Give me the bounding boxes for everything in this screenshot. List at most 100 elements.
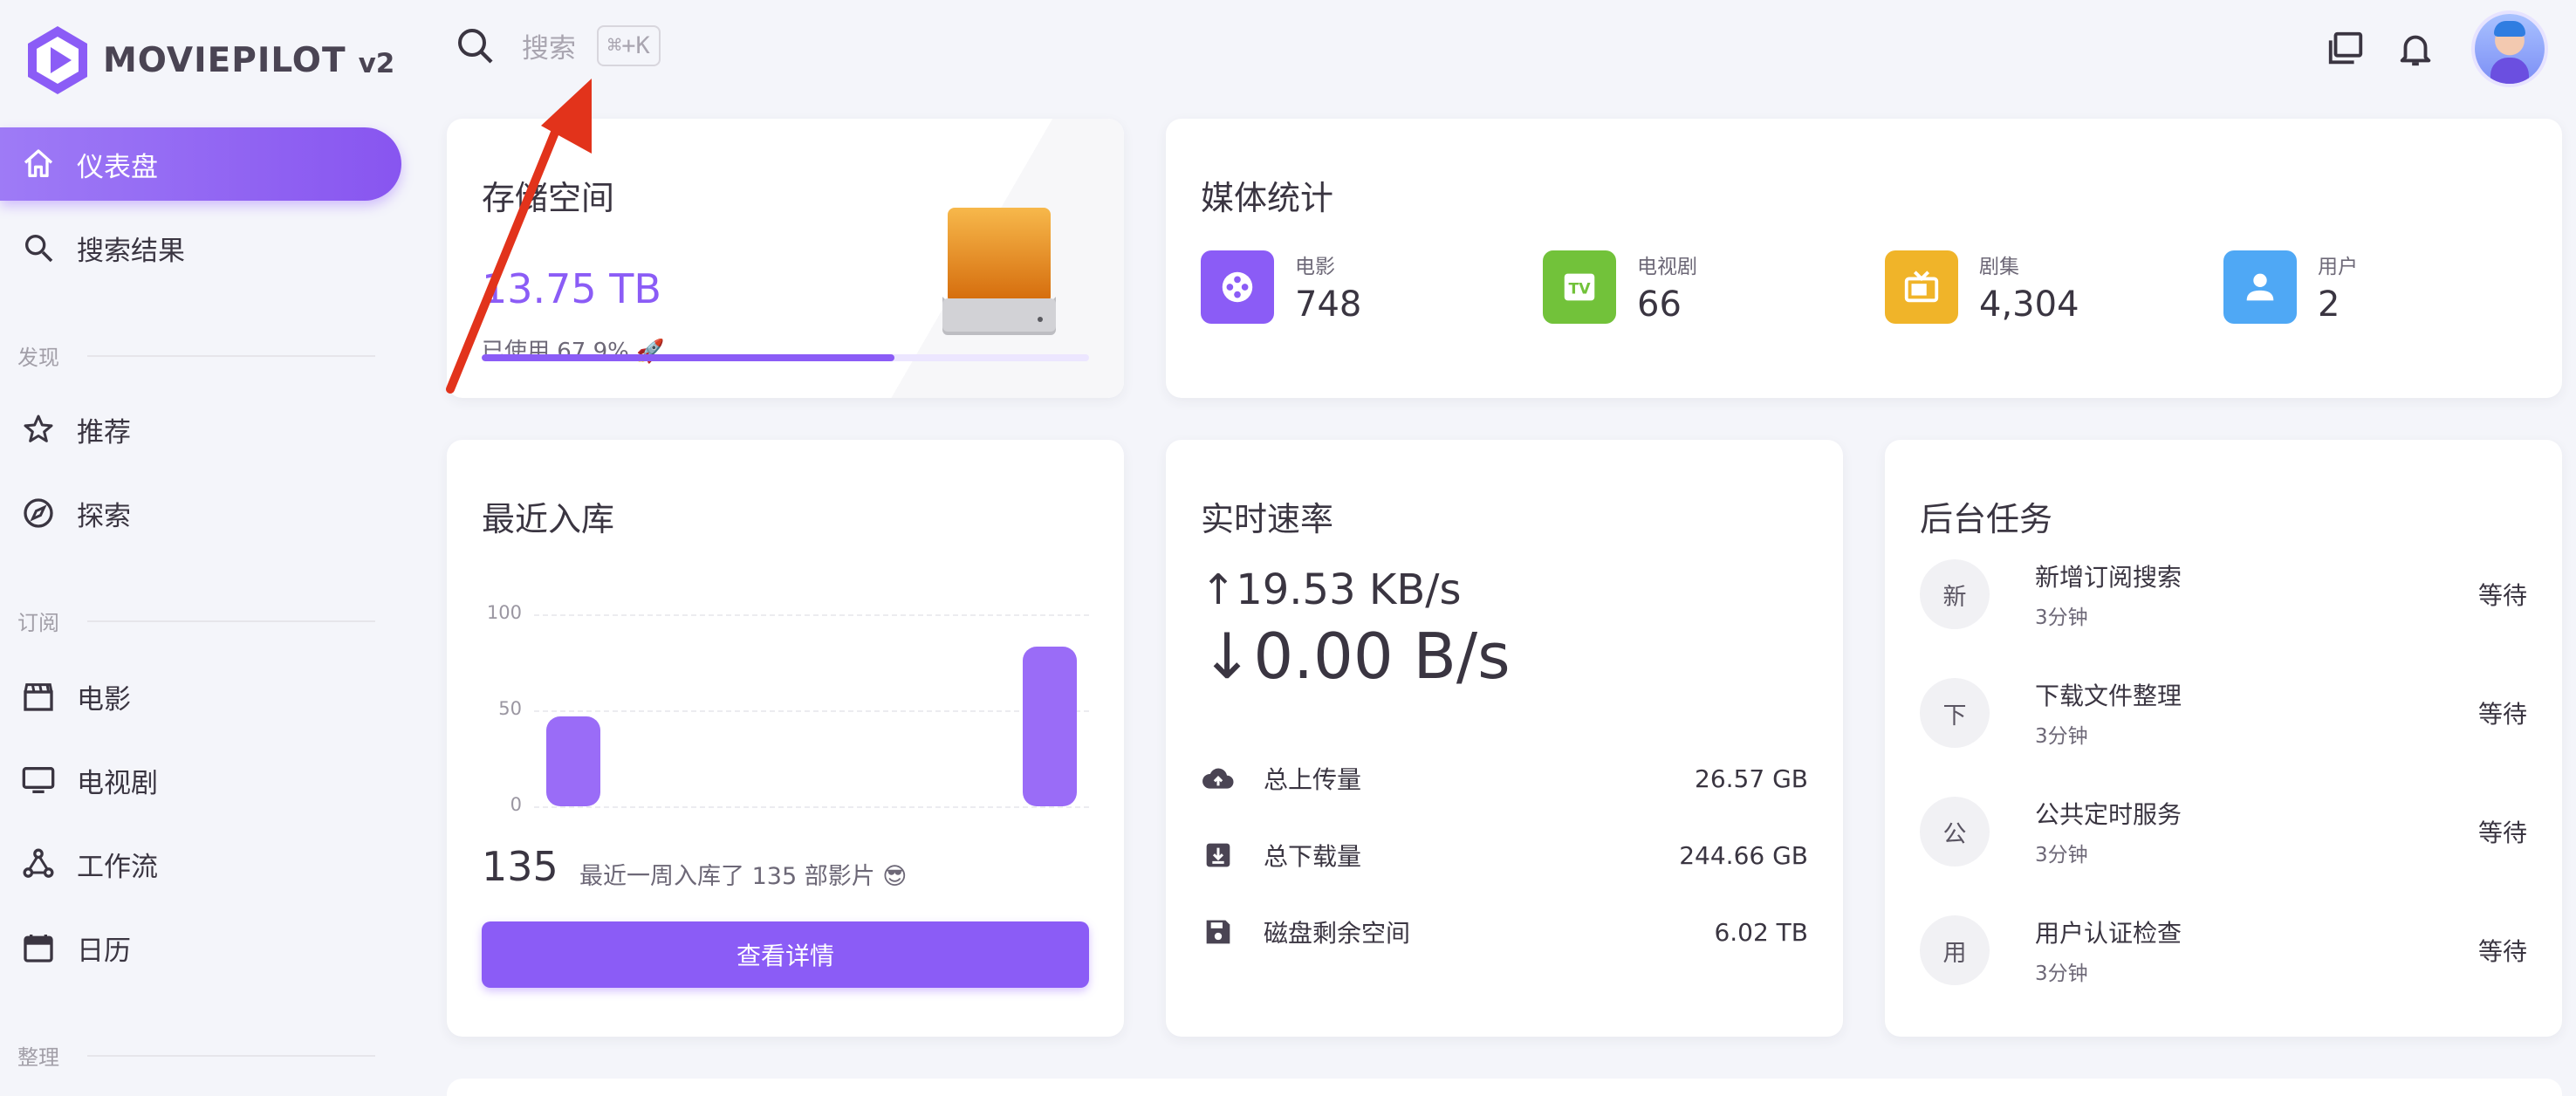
sidebar-item-label: 日历 [77,935,131,967]
moviepilot-logo-icon [28,26,87,94]
sidebar-item-label: 搜索结果 [77,235,185,267]
calendar-icon [21,930,56,965]
workflow-icon [21,846,56,881]
app-version: v2 [358,48,395,79]
stat-label: 电视剧 [1637,256,1697,278]
floppy-disk-icon [1206,920,1230,944]
chart-bar [1022,647,1077,806]
task-name: 公共定时服务 [2035,800,2182,829]
stat-label: 剧集 [1979,256,2019,278]
grid-line [534,806,1089,808]
task-time: 3分钟 [2035,606,2088,629]
stat-users: 用户 2 [2223,250,2358,325]
row-value: 6.02 TB [1714,917,1808,947]
card-title: 最近入库 [482,500,615,538]
task-avatar: 用 [1920,915,1990,985]
task-item[interactable]: 新 新增订阅搜索 3分钟 等待 [1920,558,2527,630]
search-icon [21,230,56,265]
stat-value: 748 [1295,284,1362,325]
tv-logo-icon: TV [1543,250,1616,324]
y-tick-label: 50 [498,698,522,719]
background-tasks-card: 后台任务 新 新增订阅搜索 3分钟 等待 下 下载文件整理 3分钟 等待 公 公共定… [1885,440,2562,1037]
storage-card: 存储空间 13.75 TB 已使用 67.9% 🚀 [447,119,1124,398]
top-actions [2300,14,2545,84]
stat-episodes: 剧集 4,304 [1885,250,2079,325]
search-placeholder[interactable]: 搜索 [522,26,576,65]
row-label: 总上传量 [1264,765,1362,794]
upload-speed: ↑19.53 KB/s [1201,565,1462,614]
stat-tv-series: TV 电视剧 66 [1543,250,1697,325]
nav-section-subscribe: 订阅 [17,606,375,636]
sidebar-item-label: 电视剧 [77,767,158,799]
nav-section-organize: 整理 [17,1040,375,1071]
task-avatar: 公 [1920,797,1990,867]
sidebar: MOVIEPILOT v2 仪表盘 搜索结果 发现 推荐 探索 订阅 电影 电视… [0,0,419,1096]
row-label: 磁盘剩余空间 [1264,919,1411,948]
clapper-icon [21,679,56,714]
sidebar-item-explore[interactable]: 探索 [0,476,401,550]
card-title: 后台任务 [1920,500,2053,538]
recent-count: 135 [482,843,558,890]
storage-progress [482,354,1089,361]
television-icon [1885,250,1958,324]
sidebar-item-movies[interactable]: 电影 [0,660,401,733]
task-item[interactable]: 下 下载文件整理 3分钟 等待 [1920,677,2527,749]
sidebar-item-tv[interactable]: 电视剧 [0,743,401,817]
grid-line [534,710,1089,712]
disk-free-row: 磁盘剩余空间 6.02 TB [1201,914,1808,949]
recent-description: 最近一周入库了 135 部影片 😎 [579,863,908,890]
task-status: 等待 [2477,581,2527,610]
task-item[interactable]: 用 用户认证检查 3分钟 等待 [1920,914,2527,986]
task-status: 等待 [2477,700,2527,729]
realtime-speed-card: 实时速率 ↑19.53 KB/s ↓0.00 B/s 总上传量 26.57 GB… [1166,440,1843,1037]
stat-label: 用户 [2318,256,2358,278]
download-box-icon [1206,843,1230,867]
notifications-button[interactable] [2391,24,2440,73]
sidebar-item-label: 仪表盘 [77,151,158,183]
sidebar-item-calendar[interactable]: 日历 [0,911,401,984]
app-name: MOVIEPILOT [103,40,346,80]
storage-total: 13.75 TB [482,265,661,312]
bell-icon [2400,35,2431,66]
search-icon[interactable] [454,24,496,66]
card-title: 实时速率 [1201,500,1334,538]
film-reel-icon [1201,250,1274,324]
home-icon [21,147,56,182]
sidebar-item-dashboard[interactable]: 仪表盘 [0,127,401,201]
app-logo[interactable]: MOVIEPILOT v2 [24,24,394,96]
task-name: 新增订阅搜索 [2035,563,2182,592]
cloud-upload-icon [1202,768,1234,789]
stat-value: 66 [1637,284,1682,325]
download-speed: ↓0.00 B/s [1201,620,1511,693]
stat-label: 电影 [1295,256,1335,278]
grid-line [534,614,1089,616]
svg-text:TV: TV [1568,281,1591,298]
row-value: 244.66 GB [1679,840,1808,870]
row-label: 总下载量 [1264,842,1362,871]
y-tick-label: 0 [510,794,522,815]
sidebar-item-workflow[interactable]: 工作流 [0,827,401,901]
stat-value: 4,304 [1979,284,2079,325]
windows-button[interactable] [2321,24,2370,73]
user-avatar[interactable] [2475,14,2545,84]
windows-icon [2328,31,2363,65]
task-item[interactable]: 公 公共定时服务 3分钟 等待 [1920,796,2527,867]
next-card-peek [447,1079,2562,1096]
sidebar-item-label: 推荐 [77,416,131,449]
sidebar-item-recommend[interactable]: 推荐 [0,393,401,466]
view-details-button[interactable]: 查看详情 [482,921,1089,988]
monitor-icon [21,763,56,798]
recent-library-card: 最近入库 100 50 0 135 最近一周入库了 135 部影片 😎 查看详情 [447,440,1124,1037]
task-time: 3分钟 [2035,962,2088,985]
storage-progress-fill [482,354,894,361]
task-time: 3分钟 [2035,725,2088,748]
nav-section-discover: 发现 [17,340,375,371]
card-title: 媒体统计 [1201,179,1334,217]
search-shortcut-badge: ⌘+K [597,24,661,66]
y-tick-label: 100 [486,602,522,623]
sidebar-item-search-results[interactable]: 搜索结果 [0,211,401,284]
stat-value: 2 [2318,284,2340,325]
global-search[interactable]: 搜索 ⌘+K [454,24,661,66]
chart-bar [546,716,601,806]
total-upload-row: 总上传量 26.57 GB [1201,761,1808,796]
